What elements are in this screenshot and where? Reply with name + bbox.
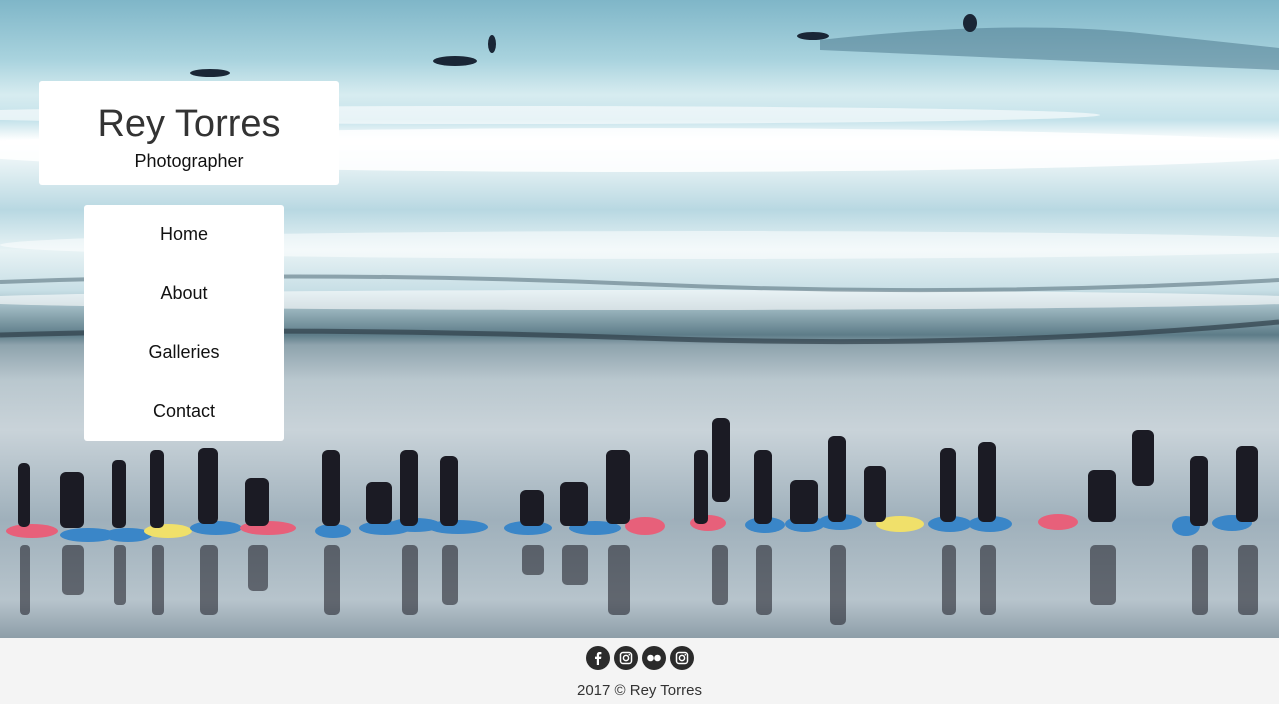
main-nav: Home About Galleries Contact — [84, 205, 284, 441]
site-title[interactable]: Rey Torres — [39, 81, 339, 145]
site-tagline: Photographer — [134, 151, 244, 171]
footer: 2017 © Rey Torres — [0, 638, 1279, 704]
flickr-icon[interactable] — [642, 646, 666, 670]
page: Rey Torres Photographer Home About Galle… — [0, 0, 1279, 704]
brand-panel: Rey Torres Photographer — [39, 81, 339, 185]
instagram-icon[interactable] — [614, 646, 638, 670]
social-links — [586, 646, 694, 670]
copyright-text: 2017 © Rey Torres — [576, 682, 702, 699]
instagram-icon[interactable] — [670, 646, 694, 670]
facebook-icon[interactable] — [586, 646, 610, 670]
nav-item-home[interactable]: Home — [84, 205, 284, 264]
nav-item-about[interactable]: About — [84, 264, 284, 323]
nav-item-contact[interactable]: Contact — [84, 382, 284, 441]
nav-item-galleries[interactable]: Galleries — [84, 323, 284, 382]
